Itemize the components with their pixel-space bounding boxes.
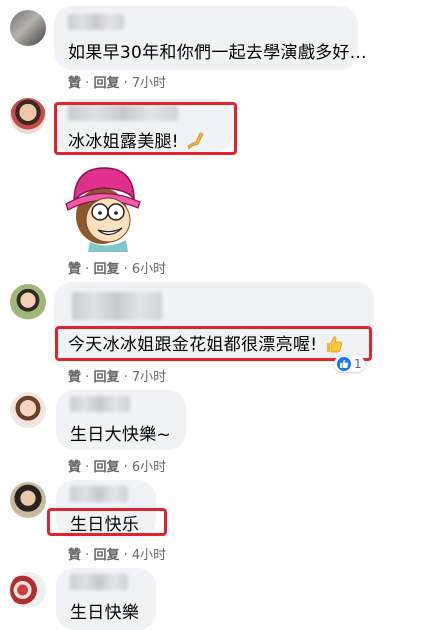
timestamp[interactable]: 6小时 bbox=[132, 460, 166, 475]
avatar[interactable] bbox=[10, 98, 46, 134]
commenter-name-blurred[interactable] bbox=[70, 486, 128, 502]
reaction-summary[interactable]: 1 bbox=[334, 356, 365, 372]
highlight-box bbox=[55, 326, 372, 361]
highlight-box bbox=[54, 102, 237, 155]
avatar[interactable] bbox=[10, 284, 46, 320]
comment-actions: 贊 · 回复 · 6小时 bbox=[68, 456, 166, 475]
avatar[interactable] bbox=[10, 482, 46, 518]
like-link[interactable]: 贊 bbox=[68, 460, 81, 475]
like-reaction-icon bbox=[337, 357, 351, 371]
timestamp[interactable]: 6小时 bbox=[132, 262, 166, 277]
timestamp[interactable]: 4小时 bbox=[132, 548, 166, 563]
reply-link[interactable]: 回复 bbox=[93, 370, 119, 385]
highlight-box bbox=[47, 508, 167, 536]
separator: · bbox=[85, 460, 90, 475]
like-link[interactable]: 贊 bbox=[68, 370, 81, 385]
separator: · bbox=[123, 262, 128, 277]
separator: · bbox=[85, 76, 90, 91]
separator: · bbox=[85, 370, 90, 385]
comment-text: 生日快樂 bbox=[70, 603, 140, 623]
separator: · bbox=[85, 262, 90, 277]
comment-bubble: 如果早30年和你們一起去學演戲多好... bbox=[54, 6, 367, 70]
commenter-name-blurred[interactable] bbox=[68, 14, 124, 30]
avatar[interactable] bbox=[10, 392, 46, 428]
comment-bubble: 生日快樂 bbox=[56, 568, 156, 630]
comment-text: 如果早30年和你們一起去學演戲多好... bbox=[68, 43, 367, 63]
comment-actions: 贊 · 回复 · 7小时 bbox=[68, 366, 166, 385]
commenter-name-blurred[interactable] bbox=[70, 396, 130, 412]
reaction-count: 1 bbox=[354, 357, 362, 371]
avatar[interactable] bbox=[10, 572, 46, 608]
separator: · bbox=[85, 548, 90, 563]
comment-actions: 贊 · 回复 · 6小时 bbox=[68, 258, 166, 277]
comment-bubble: 生日大快樂~ bbox=[56, 390, 186, 450]
separator: · bbox=[123, 370, 128, 385]
like-link[interactable]: 贊 bbox=[68, 76, 81, 91]
reply-link[interactable]: 回复 bbox=[93, 76, 119, 91]
comment-actions: 贊 · 回复 · 7小时 bbox=[68, 72, 166, 91]
avatar[interactable] bbox=[10, 10, 46, 46]
timestamp[interactable]: 7小时 bbox=[132, 370, 166, 385]
timestamp[interactable]: 7小时 bbox=[132, 76, 166, 91]
commenter-name-blurred[interactable] bbox=[70, 574, 128, 590]
reply-link[interactable]: 回复 bbox=[93, 262, 119, 277]
comment-actions: 贊 · 回复 · 4小时 bbox=[68, 544, 166, 563]
like-link[interactable]: 贊 bbox=[68, 548, 81, 563]
commenter-name-blurred[interactable] bbox=[72, 292, 162, 320]
separator: · bbox=[123, 76, 128, 91]
cartoon-sticker bbox=[60, 160, 146, 252]
reply-link[interactable]: 回复 bbox=[93, 548, 119, 563]
like-link[interactable]: 贊 bbox=[68, 262, 81, 277]
comment-text: 生日大快樂~ bbox=[70, 425, 172, 445]
separator: · bbox=[123, 548, 128, 563]
separator: · bbox=[123, 460, 128, 475]
reply-link[interactable]: 回复 bbox=[93, 460, 119, 475]
